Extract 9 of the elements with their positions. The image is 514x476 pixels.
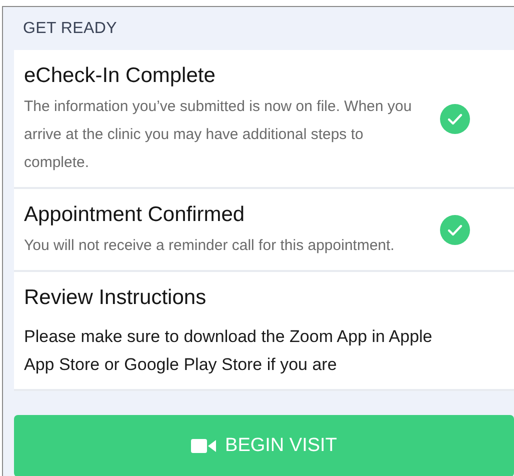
step-text: Please make sure to download the Zoom App in Apple App Store or Google Play Store if you are	[24, 326, 434, 376]
begin-visit-button[interactable]: BEGIN VISIT	[14, 415, 514, 476]
step-title: Review Instructions	[24, 285, 208, 311]
step-text: You will not receive a reminder call for this appointment.	[24, 236, 396, 256]
step-text: The information you’ve submitted is now on file. When you arrive at the clinic you may have additional steps to complete.	[24, 97, 413, 173]
video-camera-icon	[191, 438, 218, 454]
section-title: GET READY	[23, 20, 117, 38]
step-title: Appointment Confirmed	[24, 202, 246, 228]
step-title: eCheck-In Complete	[24, 63, 216, 89]
